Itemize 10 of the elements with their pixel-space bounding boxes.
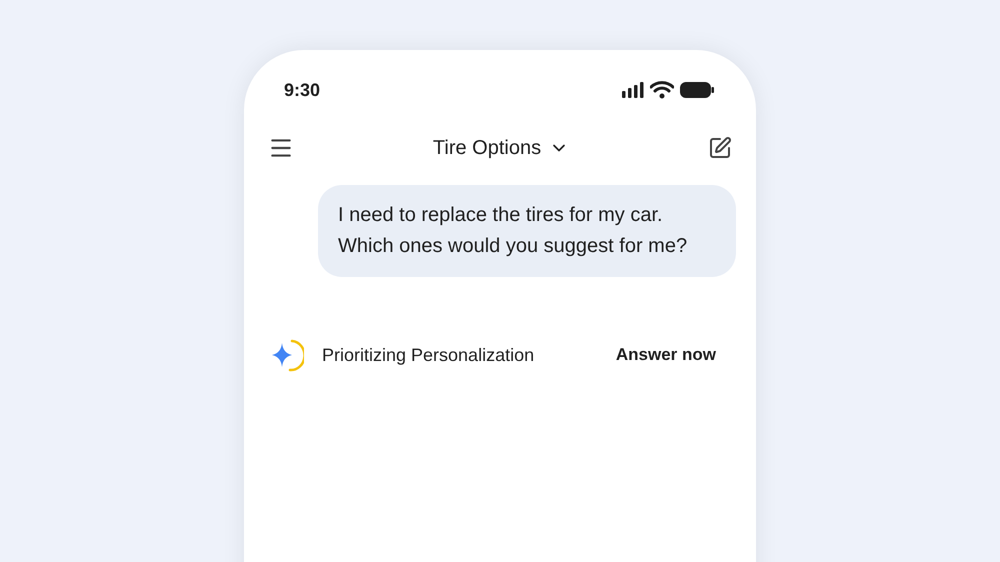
wifi-icon bbox=[650, 81, 674, 99]
status-time: 9:30 bbox=[284, 78, 320, 102]
answer-now-button[interactable]: Answer now bbox=[616, 342, 716, 368]
thinking-status: Prioritizing Personalization bbox=[322, 344, 534, 367]
signal-icon bbox=[622, 82, 644, 98]
pencil-square-icon bbox=[708, 136, 732, 160]
user-message: I need to replace the tires for my car. Which ones would you suggest for me? bbox=[318, 185, 736, 277]
title-dropdown[interactable]: Tire Options bbox=[432, 133, 570, 163]
sparkle-icon bbox=[270, 337, 304, 373]
battery-icon bbox=[680, 82, 714, 98]
